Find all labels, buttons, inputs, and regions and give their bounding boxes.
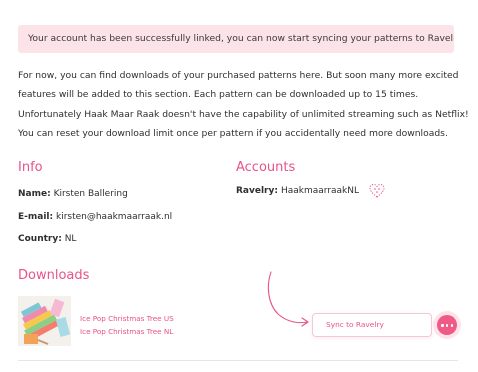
name-value: Kirsten Ballering	[53, 189, 128, 199]
intro-line: Unfortunately Haak Maar Raak doesn't hav…	[18, 108, 469, 120]
ravelry-account-row: Ravelry: HaakmaarraakNL	[236, 183, 385, 199]
intro-line: You can reset your download limit once p…	[18, 128, 448, 140]
chat-icon[interactable]	[437, 315, 457, 335]
ravelry-label: Ravelry:	[236, 186, 278, 196]
divider	[18, 360, 458, 361]
info-name-row: Name: Kirsten Ballering	[18, 183, 172, 206]
downloads-heading: Downloads	[18, 268, 90, 283]
accounts-heading: Accounts	[236, 160, 296, 175]
success-notice: Your account has been successfully linke…	[18, 25, 454, 53]
name-label: Name:	[18, 189, 51, 199]
country-label: Country:	[18, 234, 62, 244]
chat-dots	[441, 324, 453, 327]
info-heading: Info	[18, 160, 43, 175]
pattern-thumbnail[interactable]	[18, 296, 71, 346]
ravelry-username: HaakmaarraakNL	[280, 186, 360, 196]
email-value: kirsten@haakmaarraak.nl	[55, 211, 173, 222]
success-notice-text: Your account has been successfully linke…	[28, 33, 454, 44]
country-value: NL	[64, 234, 77, 244]
info-country-row: Country: NL	[18, 228, 172, 251]
download-link-nl[interactable]: Ice Pop Christmas Tree NL	[80, 327, 173, 336]
email-label: E-mail:	[18, 211, 54, 222]
download-link-us[interactable]: Ice Pop Christmas Tree US	[80, 314, 174, 323]
intro-text: For now, you can find downloads of your …	[18, 66, 469, 144]
info-email-row: E-mail: kirsten@haakmaarraak.nl	[18, 206, 172, 229]
intro-line: features will be added to this section. …	[18, 89, 419, 101]
info-list: Name: Kirsten Ballering E-mail: kirsten@…	[18, 183, 172, 251]
curved-arrow-icon	[267, 271, 309, 327]
sync-to-ravelry-button[interactable]: Sync to Ravelry	[312, 313, 432, 337]
intro-line: For now, you can find downloads of your …	[18, 70, 459, 81]
heart-icon	[369, 183, 385, 199]
